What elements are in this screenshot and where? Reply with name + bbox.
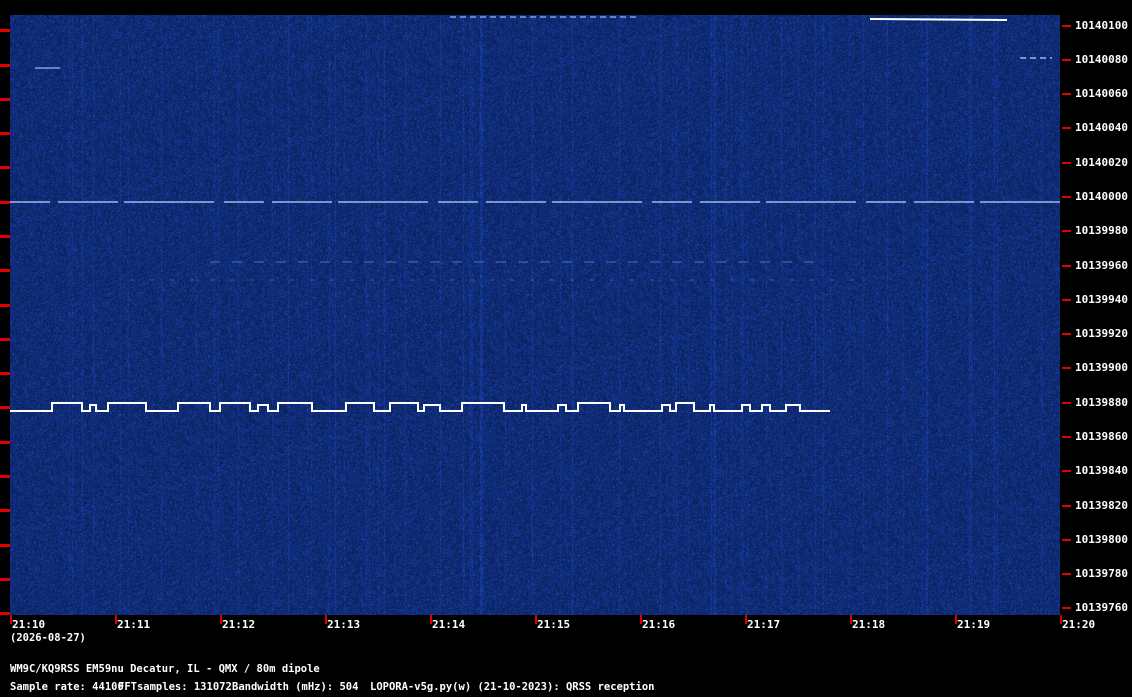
time-label: 21:19 — [957, 618, 991, 631]
right-tick — [1062, 265, 1071, 267]
frequency-label: 10140080 — [1075, 53, 1128, 66]
sample-rate: Sample rate: 44100 — [10, 681, 124, 693]
left-tick — [0, 235, 10, 238]
time-label: 21:18 — [852, 618, 886, 631]
time-label: 21:11 — [117, 618, 151, 631]
right-tick — [1062, 25, 1071, 27]
frequency-label: 10139840 — [1075, 464, 1128, 477]
left-tick — [0, 338, 10, 341]
left-tick — [0, 578, 10, 581]
right-tick — [1062, 230, 1071, 232]
left-tick — [0, 475, 10, 478]
qrss-signal-trace — [10, 402, 830, 412]
frequency-label: 10139940 — [1075, 293, 1128, 306]
frequency-label: 10139780 — [1075, 567, 1128, 580]
frequency-label: 10139800 — [1075, 533, 1128, 546]
frequency-label: 10140000 — [1075, 190, 1128, 203]
right-tick — [1062, 127, 1071, 129]
time-label: 21:20 — [1062, 618, 1096, 631]
station-info: WM9C/KQ9RSS EM59nu Decatur, IL - QMX / 8… — [10, 663, 320, 675]
right-tick — [1062, 333, 1071, 335]
time-label: 21:12 — [222, 618, 256, 631]
time-label: 21:10 — [12, 618, 46, 631]
right-tick — [1062, 59, 1071, 61]
time-label: 21:17 — [747, 618, 781, 631]
spectrogram-signals — [10, 16, 1060, 412]
right-tick — [1062, 573, 1071, 575]
frequency-label: 10139960 — [1075, 259, 1128, 272]
left-tick — [0, 132, 10, 135]
right-tick — [1062, 436, 1071, 438]
left-tick — [0, 166, 10, 169]
left-tick — [0, 201, 10, 204]
date-label: (2026-08-27) — [10, 632, 86, 644]
left-tick — [0, 98, 10, 101]
time-label: 21:15 — [537, 618, 571, 631]
frequency-label: 10139980 — [1075, 224, 1128, 237]
frequency-label: 10139900 — [1075, 361, 1128, 374]
right-tick — [1062, 539, 1071, 541]
right-tick — [1062, 367, 1071, 369]
left-tick — [0, 612, 10, 615]
time-label: 21:14 — [432, 618, 466, 631]
frequency-label: 10140020 — [1075, 156, 1128, 169]
right-tick — [1062, 93, 1071, 95]
frequency-label: 10140060 — [1075, 87, 1128, 100]
frequency-label: 10140100 — [1075, 19, 1128, 32]
left-tick — [0, 64, 10, 67]
right-tick — [1062, 505, 1071, 507]
frequency-label: 10139820 — [1075, 499, 1128, 512]
left-tick — [0, 441, 10, 444]
right-tick — [1062, 607, 1071, 609]
right-tick — [1062, 470, 1071, 472]
fft-samples: FFTsamples: 131072 — [118, 681, 232, 693]
bandwidth: Bandwidth (mHz): 504 — [232, 681, 359, 693]
right-tick — [1062, 299, 1071, 301]
frequency-label: 10139760 — [1075, 601, 1128, 614]
right-tick — [1062, 196, 1071, 198]
time-label: 21:16 — [642, 618, 676, 631]
left-tick — [0, 304, 10, 307]
frequency-label: 10140040 — [1075, 121, 1128, 134]
frequency-label: 10139880 — [1075, 396, 1128, 409]
software-version: LOPORA-v5g.py(w) (21-10-2023): QRSS rece… — [370, 681, 655, 693]
right-tick — [1062, 402, 1071, 404]
left-tick — [0, 29, 10, 32]
frequency-label: 10139920 — [1075, 327, 1128, 340]
left-tick — [0, 544, 10, 547]
top-trace — [869, 18, 1008, 21]
left-tick — [0, 269, 10, 272]
waterfall-spectrogram — [10, 15, 1060, 615]
frequency-label: 10139860 — [1075, 430, 1128, 443]
time-label: 21:13 — [327, 618, 361, 631]
left-tick — [0, 406, 10, 409]
right-tick — [1062, 162, 1071, 164]
left-tick — [0, 509, 10, 512]
left-tick — [0, 372, 10, 375]
